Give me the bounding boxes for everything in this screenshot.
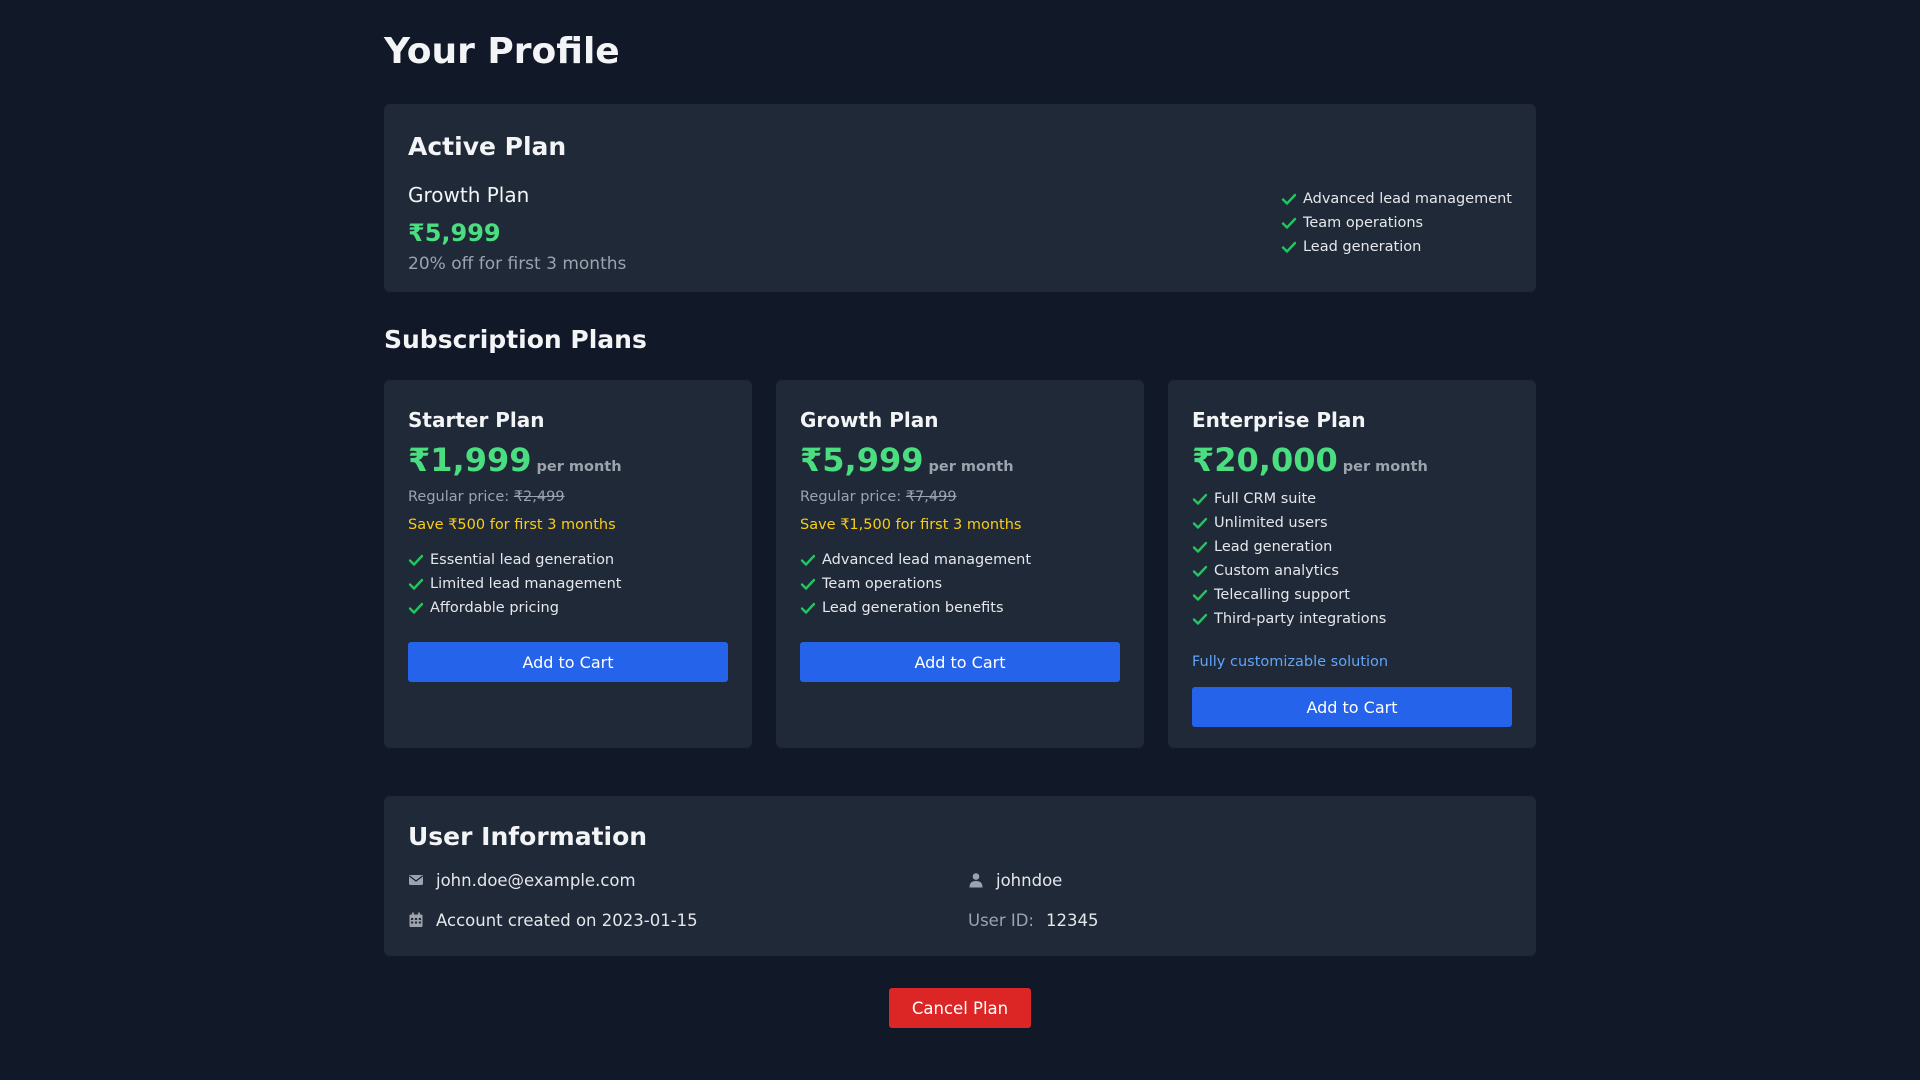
- feature-label: Telecalling support: [1214, 587, 1350, 603]
- savings-note: Save ₹500 for first 3 months: [408, 517, 616, 533]
- check-icon: [408, 578, 424, 590]
- feature-item: Lead generation: [1192, 535, 1512, 559]
- feature-item: Advanced lead management: [1281, 187, 1512, 211]
- check-icon: [800, 602, 816, 614]
- plan-price-row: ₹1,999 per month: [408, 440, 728, 480]
- user-information-card: User Information john.doe@example.com jo…: [384, 796, 1536, 956]
- feature-label: Lead generation: [1214, 539, 1333, 555]
- per-month-label: per month: [928, 459, 1014, 475]
- feature-item: Lead generation benefits: [800, 596, 1120, 620]
- per-month-label: per month: [1342, 459, 1428, 475]
- feature-label: Advanced lead management: [822, 552, 1032, 568]
- check-icon: [1192, 541, 1208, 553]
- feature-item: Team operations: [1281, 211, 1512, 235]
- user-id-value: 12345: [1045, 910, 1099, 930]
- plan-card-growth: Growth Plan ₹5,999 per month Regular pri…: [776, 380, 1144, 748]
- regular-price-label: Regular price:: [800, 489, 902, 505]
- regular-price-value: ₹2,499: [513, 489, 565, 505]
- account-created-value: Account created on 2023-01-15: [436, 910, 698, 930]
- user-id-label: User ID:: [968, 910, 1034, 930]
- feature-label: Affordable pricing: [430, 600, 559, 616]
- feature-item: Limited lead management: [408, 572, 728, 596]
- username-value: johndoe: [996, 870, 1063, 890]
- feature-item: Custom analytics: [1192, 559, 1512, 583]
- plan-price: ₹5,999: [800, 441, 924, 479]
- active-plan-heading: Active Plan: [408, 132, 567, 161]
- plan-price-row: ₹5,999 per month: [800, 440, 1120, 480]
- regular-price: Regular price: ₹2,499: [408, 486, 728, 508]
- user-email: john.doe@example.com: [408, 868, 636, 892]
- feature-label: Team operations: [1302, 215, 1424, 231]
- per-month-label: per month: [536, 459, 622, 475]
- feature-label: Unlimited users: [1214, 515, 1328, 531]
- subscription-plans-heading: Subscription Plans: [384, 325, 647, 354]
- add-to-cart-button-enterprise[interactable]: Add to Cart: [1192, 687, 1512, 727]
- cancel-plan-button[interactable]: Cancel Plan: [889, 988, 1031, 1028]
- plan-name: Enterprise Plan: [1192, 408, 1366, 432]
- feature-item: Full CRM suite: [1192, 487, 1512, 511]
- check-icon: [1281, 217, 1297, 229]
- plan-price: ₹20,000: [1192, 441, 1338, 479]
- check-icon: [800, 578, 816, 590]
- check-icon: [1192, 517, 1208, 529]
- active-plan-card: Active Plan Growth Plan ₹5,999 20% off f…: [384, 104, 1536, 292]
- customizable-solution-link[interactable]: Fully customizable solution: [1192, 651, 1512, 673]
- check-icon: [408, 554, 424, 566]
- feature-item: Essential lead generation: [408, 548, 728, 572]
- check-icon: [1281, 241, 1297, 253]
- profile-page: Your Profile Active Plan Growth Plan ₹5,…: [0, 0, 1920, 1080]
- add-to-cart-button-growth[interactable]: Add to Cart: [800, 642, 1120, 682]
- user-info-grid: john.doe@example.com johndoe Account cre…: [408, 866, 1512, 946]
- feature-label: Lead generation benefits: [822, 600, 1004, 616]
- plan-card-starter: Starter Plan ₹1,999 per month Regular pr…: [384, 380, 752, 748]
- plan-name: Growth Plan: [800, 408, 939, 432]
- check-icon: [1281, 193, 1297, 205]
- user-icon: [969, 873, 983, 888]
- feature-item: Unlimited users: [1192, 511, 1512, 535]
- feature-item: Lead generation: [1281, 235, 1512, 259]
- feature-label: Limited lead management: [430, 576, 622, 592]
- plan-card-enterprise: Enterprise Plan ₹20,000 per month Full C…: [1168, 380, 1536, 748]
- regular-price: Regular price: ₹7,499: [800, 486, 1120, 508]
- page-title: Your Profile: [384, 31, 620, 72]
- check-icon: [800, 554, 816, 566]
- feature-label: Lead generation: [1302, 239, 1422, 255]
- plan-price: ₹1,999: [408, 441, 532, 479]
- account-created: Account created on 2023-01-15: [408, 908, 698, 932]
- feature-item: Third-party integrations: [1192, 607, 1512, 631]
- check-icon: [1192, 565, 1208, 577]
- savings-note: Save ₹1,500 for first 3 months: [800, 517, 1022, 533]
- user-id: User ID: 12345: [968, 908, 1098, 932]
- check-icon: [1192, 589, 1208, 601]
- feature-label: Essential lead generation: [430, 552, 615, 568]
- feature-item: Telecalling support: [1192, 583, 1512, 607]
- user-information-heading: User Information: [408, 822, 648, 851]
- plan-features: Advanced lead management Team operations…: [800, 548, 1120, 620]
- plan-features: Essential lead generation Limited lead m…: [408, 548, 728, 620]
- check-icon: [408, 602, 424, 614]
- regular-price-label: Regular price:: [408, 489, 510, 505]
- plan-price-row: ₹20,000 per month: [1192, 440, 1512, 480]
- feature-item: Team operations: [800, 572, 1120, 596]
- check-icon: [1192, 613, 1208, 625]
- active-plan-features: Advanced lead management Team operations…: [1281, 187, 1512, 259]
- regular-price-value: ₹7,499: [905, 489, 957, 505]
- check-icon: [1192, 493, 1208, 505]
- feature-label: Third-party integrations: [1214, 611, 1387, 627]
- calendar-icon: [409, 912, 423, 927]
- user-username: johndoe: [968, 868, 1062, 892]
- feature-label: Team operations: [822, 576, 943, 592]
- plan-features: Full CRM suite Unlimited users Lead gene…: [1192, 487, 1512, 631]
- feature-item: Affordable pricing: [408, 596, 728, 620]
- envelope-icon: [409, 875, 423, 885]
- plan-name: Starter Plan: [408, 408, 545, 432]
- feature-label: Full CRM suite: [1214, 491, 1317, 507]
- feature-label: Advanced lead management: [1302, 191, 1512, 207]
- add-to-cart-button-starter[interactable]: Add to Cart: [408, 642, 728, 682]
- email-value: john.doe@example.com: [436, 870, 636, 890]
- feature-item: Advanced lead management: [800, 548, 1120, 572]
- feature-label: Custom analytics: [1214, 563, 1339, 579]
